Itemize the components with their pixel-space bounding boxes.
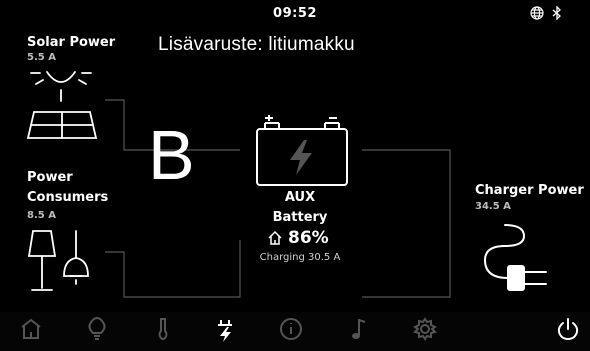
status-time: 09:52 (273, 6, 317, 21)
settings-icon[interactable] (412, 316, 442, 346)
lightbulb-icon[interactable] (84, 316, 114, 346)
charger-value: 34.5 A (475, 201, 511, 212)
info-icon[interactable] (278, 316, 308, 346)
overlay-title: Lisävaruste: litiumakku (158, 34, 355, 55)
battery-line2: Battery (272, 210, 328, 225)
house-icon (267, 230, 283, 246)
charger-label: Charger Power (475, 183, 584, 198)
power-icon[interactable] (213, 316, 243, 346)
battery-line1: AUX (284, 190, 316, 205)
battery-percent: 86% (288, 228, 329, 248)
solar-value: 5.5 A (27, 52, 56, 63)
energy-screen: 09:52 Lisävaruste: litiumakku B Solar Po… (0, 0, 590, 351)
bluetooth-icon[interactable] (552, 6, 562, 20)
power-button-icon[interactable] (555, 316, 585, 346)
solar-label: Solar Power (27, 35, 116, 50)
thermometer-icon[interactable] (150, 316, 180, 346)
plug-icon (480, 220, 560, 292)
overlay-letter: B (148, 116, 195, 194)
consumers-label-line1: Power (27, 170, 73, 185)
globe-icon[interactable] (530, 6, 544, 20)
home-icon[interactable] (18, 316, 48, 346)
battery-icon (252, 115, 352, 187)
music-icon[interactable] (345, 316, 375, 346)
battery-status: Charging 30.5 A (259, 252, 341, 263)
lamp-icon (26, 228, 98, 294)
consumers-value: 8.5 A (27, 210, 56, 221)
solar-panel-icon (26, 66, 98, 142)
consumers-label-line2: Consumers (27, 190, 109, 205)
